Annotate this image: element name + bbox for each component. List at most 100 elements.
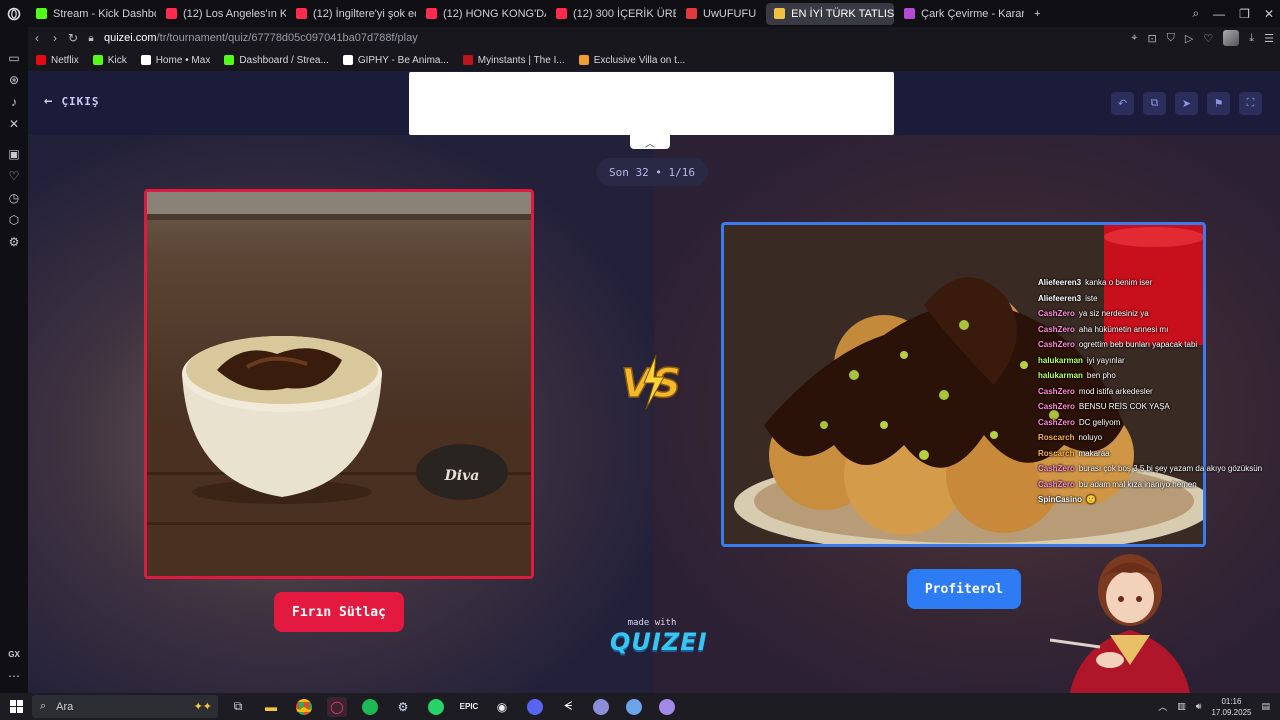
browser-tab[interactable]: Stream - Kick Dashboard (28, 3, 156, 25)
chat-username: halukarman (1038, 371, 1083, 380)
left-option-card[interactable]: Diva (144, 189, 534, 579)
chat-text: 🙂 (1086, 495, 1096, 504)
spotify-icon[interactable] (360, 697, 380, 717)
vs-badge: VS (616, 353, 686, 411)
extensions-icon[interactable]: ⬡ (9, 209, 19, 231)
browser-tab[interactable]: EN İYİ TÜRK TATLISI - Qu (766, 2, 895, 25)
whatsapp-icon[interactable] (426, 697, 446, 717)
reload-icon[interactable]: ↻ (64, 31, 82, 45)
close-icon[interactable]: ✕ (1264, 7, 1274, 21)
new-tab-button[interactable]: + (1026, 3, 1048, 25)
snapshot-icon[interactable]: ⊡ (1147, 32, 1156, 45)
copy-button[interactable]: ⧉ (1143, 92, 1166, 115)
round-indicator: Son 32 • 1/16 (596, 158, 708, 186)
app-icon-3[interactable] (657, 697, 677, 717)
minimize-icon[interactable]: — (1213, 7, 1225, 21)
url-host: quizei.com (104, 32, 157, 44)
taskbar-search[interactable]: ⌕ Ara ✦✦ (32, 695, 218, 718)
settings-gear-icon[interactable]: ⚙ (9, 231, 20, 253)
shield-icon[interactable]: ⛉ (1167, 32, 1175, 45)
bookmark-label: Myinstants | The I... (477, 54, 565, 66)
exit-button[interactable]: ← ÇIKIŞ (44, 93, 100, 109)
chat-message: CashZero BENSU REİS COK YAŞA (1038, 399, 1280, 415)
opera-gx-logo-icon[interactable] (0, 0, 28, 27)
ad-banner[interactable] (409, 72, 894, 135)
tiktok-icon[interactable]: ♪ (11, 91, 17, 113)
task-view-icon[interactable]: ⧉ (228, 697, 248, 717)
bookmark-item[interactable]: Netflix (36, 55, 79, 66)
wallet-icon[interactable]: ▣ (8, 143, 19, 165)
browser-tab[interactable]: (12) İngiltere'yi şok eden (288, 3, 416, 25)
bookmark-item[interactable]: Exclusive Villa on t... (578, 55, 685, 66)
steam-icon[interactable]: ⚙ (393, 697, 413, 717)
gx-control-label[interactable]: GX (8, 643, 20, 665)
flag-icon: ⚑ (1213, 98, 1224, 110)
chat-message: CashZero bu adam mal kıza inanıyo hemen (1038, 477, 1280, 493)
clock[interactable]: 01:16 17.09.2025 (1211, 696, 1251, 718)
left-option-button[interactable]: Fırın Sütlaç (274, 592, 404, 632)
chat-message: CashZero aha hükümetin annesi mı (1038, 322, 1280, 338)
app-icon-1[interactable] (591, 697, 611, 717)
maximize-icon[interactable]: ❐ (1239, 7, 1250, 21)
share-button[interactable]: ➤ (1175, 92, 1198, 115)
bookmark-favicon-icon (224, 55, 235, 65)
system-tray: ︿ ▥ 🔊︎ 01:16 17.09.2025 ▤ (1158, 693, 1270, 720)
search-tabs-icon[interactable]: ⌕ (1192, 6, 1199, 21)
pin-icon[interactable]: ⌖ (1131, 32, 1137, 45)
obs-icon[interactable]: ◉ (492, 697, 512, 717)
chat-text: noluyo (1078, 433, 1103, 442)
right-option-button[interactable]: Profiterol (907, 569, 1021, 609)
chrome-icon[interactable] (294, 697, 314, 717)
file-explorer-icon[interactable]: ▬ (261, 697, 281, 717)
messenger-icon[interactable]: ▭ (8, 47, 19, 69)
taskbar-apps: ⧉ ▬ ◯ ⚙ EPIC ◉ ᗕ (228, 693, 677, 720)
bookmark-item[interactable]: Kick (92, 55, 127, 66)
windows-start-icon[interactable] (10, 700, 23, 713)
capcut-icon[interactable]: ᗕ (558, 697, 578, 717)
tab-favicon-icon (36, 8, 47, 19)
chat-text: ya siz nerdesiniz ya (1078, 309, 1149, 318)
browser-tab[interactable]: UwUFUFU (678, 3, 764, 25)
browser-tab[interactable]: (12) 300 İÇERİK ÜRETİCİS (548, 3, 676, 25)
chat-message: Aliefeeren3 kanka o benim iser (1038, 275, 1280, 291)
menu-icon[interactable]: ☰ (1264, 32, 1274, 45)
bookmark-item[interactable]: GIPHY - Be Anima... (342, 55, 449, 66)
chatgpt-icon[interactable]: ⊛ (9, 69, 19, 91)
chat-message: CashZero ogrettim beb bunları yapacak tab… (1038, 337, 1280, 353)
avatar[interactable] (1223, 30, 1240, 46)
opera-gx-taskbar-icon[interactable]: ◯ (327, 696, 347, 717)
browser-tab[interactable]: (12) HONG KONG'DA FAR (418, 3, 546, 25)
fullscreen-button[interactable]: ⛶ (1239, 92, 1262, 115)
collapse-ad-button[interactable]: ︿ (630, 135, 670, 150)
volume-icon[interactable]: 🔊︎ (1196, 701, 1202, 712)
epic-games-icon[interactable]: EPIC (459, 697, 479, 717)
clock-time: 01:16 (1221, 696, 1242, 706)
chevron-up-icon[interactable]: ︿ (1158, 700, 1167, 713)
made-with-quizei[interactable]: made with QUIZEI (610, 618, 707, 656)
undo-button[interactable]: ↶ (1111, 92, 1134, 115)
bookmark-item[interactable]: Myinstants | The I... (462, 54, 565, 66)
send-icon[interactable]: ▷ (1185, 32, 1193, 45)
clock-date: 17.09.2025 (1211, 707, 1252, 717)
download-icon[interactable]: ⤓ (1249, 32, 1254, 45)
exit-label: ÇIKIŞ (61, 94, 100, 108)
network-icon[interactable]: ▥ (1177, 701, 1186, 712)
browser-tab[interactable]: Çark Çevirme - Karar Çar (896, 3, 1024, 25)
more-options-icon[interactable]: ⋯ (8, 665, 20, 687)
bookmark-item[interactable]: Dashboard / Strea... (224, 55, 329, 66)
x-twitter-icon[interactable]: ✕ (9, 113, 19, 135)
forward-arrow-icon[interactable]: › (46, 31, 64, 45)
app-icon-2[interactable] (624, 697, 644, 717)
url-field[interactable]: quizei.com/tr/tournament/quiz/67778d05c0… (104, 32, 418, 44)
bookmark-label: Home • Max (155, 54, 211, 66)
heart-icon[interactable]: ♡ (1203, 32, 1213, 45)
report-button[interactable]: ⚑ (1207, 92, 1230, 115)
history-icon[interactable]: ◷ (9, 187, 19, 209)
browser-tab[interactable]: (12) Los Angeles'ın Kalbin (158, 3, 286, 25)
back-arrow-icon[interactable]: ‹ (28, 31, 46, 45)
bookmark-item[interactable]: Home • Max (140, 54, 211, 66)
chat-username: CashZero (1038, 417, 1075, 427)
heart-icon[interactable]: ♡ (9, 165, 20, 187)
notifications-icon[interactable]: ▤ (1261, 701, 1270, 712)
discord-icon[interactable] (525, 697, 545, 717)
